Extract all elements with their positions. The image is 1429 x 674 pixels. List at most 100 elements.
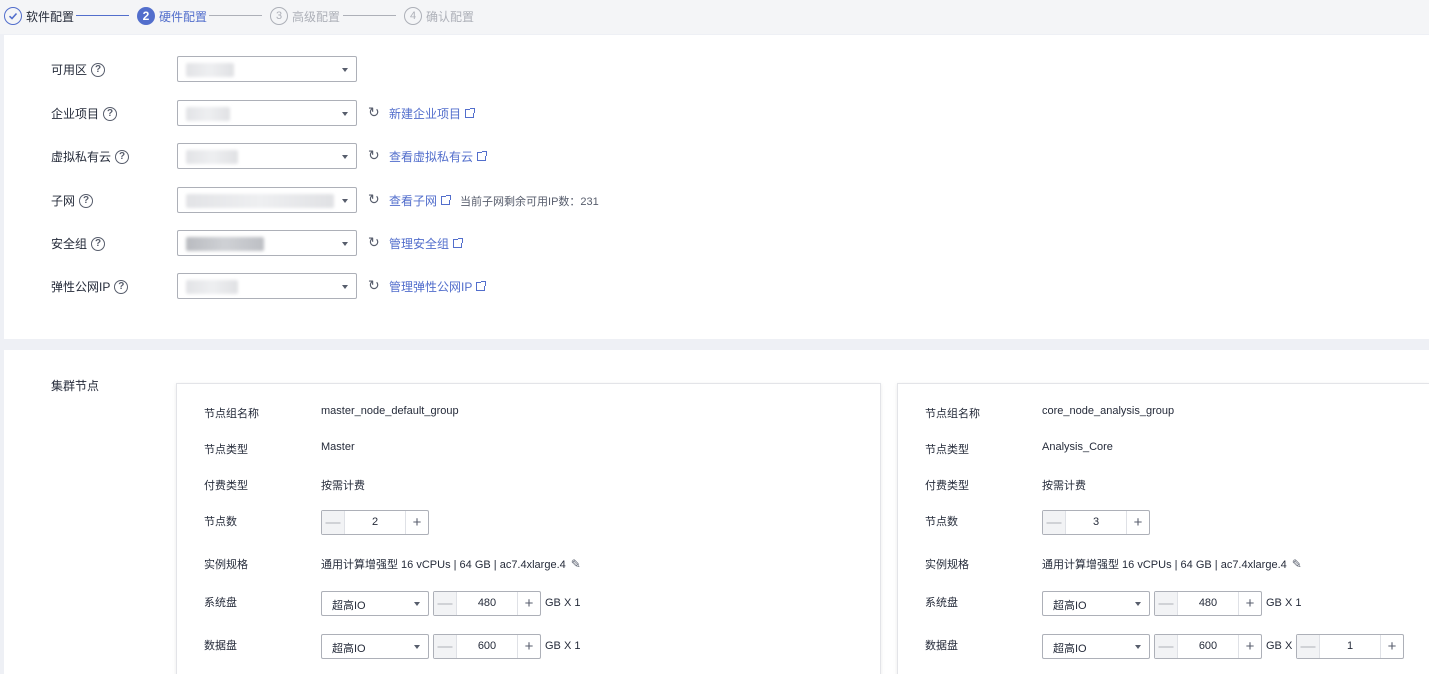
node-count-stepper[interactable]: — 2 +	[321, 510, 429, 535]
step-connector	[76, 15, 129, 16]
group-name-label: 节点组名称	[204, 408, 259, 420]
security-group-select[interactable]	[177, 230, 357, 256]
cluster-nodes-panel: 集群节点 节点组名称 master_node_default_group 节点类…	[4, 350, 1429, 674]
help-icon[interactable]: ?	[114, 279, 129, 294]
system-disk-size-stepper[interactable]: — 480 +	[433, 591, 541, 616]
manage-security-group-link[interactable]: 管理安全组	[389, 235, 464, 252]
minus-icon[interactable]: —	[1043, 511, 1066, 534]
manage-eip-link[interactable]: 管理弹性公网IP	[389, 278, 487, 295]
subnet-row: 子网? ↻ 查看子网 当前子网剩余可用IP数：231	[4, 187, 1004, 213]
view-vpc-link[interactable]: 查看虚拟私有云	[389, 148, 488, 165]
help-icon[interactable]: ?	[115, 149, 130, 164]
plus-icon[interactable]: +	[1126, 511, 1149, 534]
refresh-icon[interactable]: ↻	[368, 105, 382, 119]
minus-icon[interactable]: —	[322, 511, 345, 534]
help-icon[interactable]: ?	[103, 106, 118, 121]
caret-down-icon	[1135, 645, 1141, 649]
data-disk-count-stepper[interactable]: — 1 +	[1296, 634, 1404, 659]
system-disk-label: 系统盘	[925, 597, 958, 609]
minus-icon[interactable]: —	[434, 635, 457, 658]
caret-down-icon	[342, 155, 348, 159]
data-disk-type-select[interactable]: 超高IO	[1042, 634, 1150, 659]
eip-row: 弹性公网IP? ↻ 管理弹性公网IP	[4, 273, 1004, 299]
az-label: 可用区	[51, 63, 88, 77]
new-enterprise-project-link[interactable]: 新建企业项目	[389, 105, 476, 122]
plus-icon[interactable]: +	[517, 592, 540, 615]
system-disk-type-select[interactable]: 超高IO	[321, 591, 429, 616]
billing-label: 付费类型	[925, 480, 969, 492]
step-confirm-config[interactable]: 4 确认配置	[404, 7, 474, 25]
refresh-icon[interactable]: ↻	[368, 278, 382, 292]
data-disk-unit: GB X	[1266, 640, 1293, 652]
plus-icon[interactable]: +	[1238, 635, 1261, 658]
data-disk-type-select[interactable]: 超高IO	[321, 634, 429, 659]
caret-down-icon	[342, 112, 348, 116]
data-disk-size-stepper[interactable]: — 600 +	[433, 634, 541, 659]
flavor-value: 通用计算增强型 16 vCPUs | 64 GB | ac7.4xlarge.4	[1042, 559, 1287, 571]
subnet-select[interactable]	[177, 187, 357, 213]
minus-icon[interactable]: —	[1155, 635, 1178, 658]
data-disk-size-stepper[interactable]: — 600 +	[1154, 634, 1262, 659]
data-disk-label: 数据盘	[925, 640, 958, 652]
node-type-value: Master	[321, 441, 355, 453]
step-connector	[209, 15, 262, 16]
caret-down-icon	[342, 199, 348, 203]
step-advanced-config[interactable]: 3 高级配置	[270, 7, 340, 25]
help-icon[interactable]: ?	[79, 193, 94, 208]
network-config-panel: 可用区? 企业项目? ↻ 新建企业项目 虚拟私有云? ↻ 查看虚拟私有云 子网?…	[4, 35, 1429, 339]
node-count-value[interactable]: 3	[1066, 511, 1126, 534]
plus-icon[interactable]: +	[405, 511, 428, 534]
group-name-value: master_node_default_group	[321, 405, 459, 417]
billing-value: 按需计费	[321, 480, 365, 492]
node-count-label: 节点数	[204, 516, 237, 528]
node-count-stepper[interactable]: — 3 +	[1042, 510, 1150, 535]
vpc-select[interactable]	[177, 143, 357, 169]
billing-value: 按需计费	[1042, 480, 1086, 492]
system-disk-type-select[interactable]: 超高IO	[1042, 591, 1150, 616]
edit-icon[interactable]: ✎	[1292, 557, 1302, 571]
system-disk-size-value[interactable]: 480	[457, 592, 517, 615]
step-label: 硬件配置	[159, 9, 208, 24]
view-subnet-link[interactable]: 查看子网 当前子网剩余可用IP数：231	[389, 192, 599, 209]
system-disk-size-value[interactable]: 480	[1178, 592, 1238, 615]
plus-icon[interactable]: +	[1238, 592, 1261, 615]
node-type-label: 节点类型	[925, 444, 969, 456]
node-count-value[interactable]: 2	[345, 511, 405, 534]
refresh-icon[interactable]: ↻	[368, 235, 382, 249]
az-row: 可用区?	[4, 56, 1004, 82]
billing-label: 付费类型	[204, 480, 248, 492]
external-link-icon	[453, 238, 464, 248]
refresh-icon[interactable]: ↻	[368, 148, 382, 162]
system-disk-size-stepper[interactable]: — 480 +	[1154, 591, 1262, 616]
system-disk-label: 系统盘	[204, 597, 237, 609]
eip-label: 弹性公网IP	[51, 280, 111, 294]
az-select[interactable]	[177, 56, 357, 82]
help-icon[interactable]: ?	[91, 236, 106, 251]
available-ip-hint: 当前子网剩余可用IP数：231	[460, 195, 599, 208]
edit-icon[interactable]: ✎	[571, 557, 581, 571]
plus-icon[interactable]: +	[1380, 635, 1403, 658]
minus-icon[interactable]: —	[434, 592, 457, 615]
caret-down-icon	[1135, 602, 1141, 606]
refresh-icon[interactable]: ↻	[368, 192, 382, 206]
eip-select[interactable]	[177, 273, 357, 299]
step-label: 确认配置	[426, 9, 475, 24]
caret-down-icon	[342, 285, 348, 289]
data-disk-size-value[interactable]: 600	[1178, 635, 1238, 658]
node-type-label: 节点类型	[204, 444, 248, 456]
plus-icon[interactable]: +	[517, 635, 540, 658]
data-disk-count-value[interactable]: 1	[1320, 635, 1380, 658]
node-count-label: 节点数	[925, 516, 958, 528]
system-disk-unit: GB X 1	[545, 597, 581, 609]
cluster-nodes-title: 集群节点	[51, 379, 100, 393]
step-hardware-config[interactable]: 2 硬件配置	[137, 7, 207, 25]
help-icon[interactable]: ?	[91, 62, 106, 77]
system-disk-unit: GB X 1	[1266, 597, 1302, 609]
step-connector	[343, 15, 396, 16]
minus-icon[interactable]: —	[1297, 635, 1320, 658]
data-disk-size-value[interactable]: 600	[457, 635, 517, 658]
step-software-config[interactable]: 软件配置	[4, 7, 74, 25]
subnet-label: 子网	[51, 194, 76, 208]
enterprise-project-select[interactable]	[177, 100, 357, 126]
minus-icon[interactable]: —	[1155, 592, 1178, 615]
